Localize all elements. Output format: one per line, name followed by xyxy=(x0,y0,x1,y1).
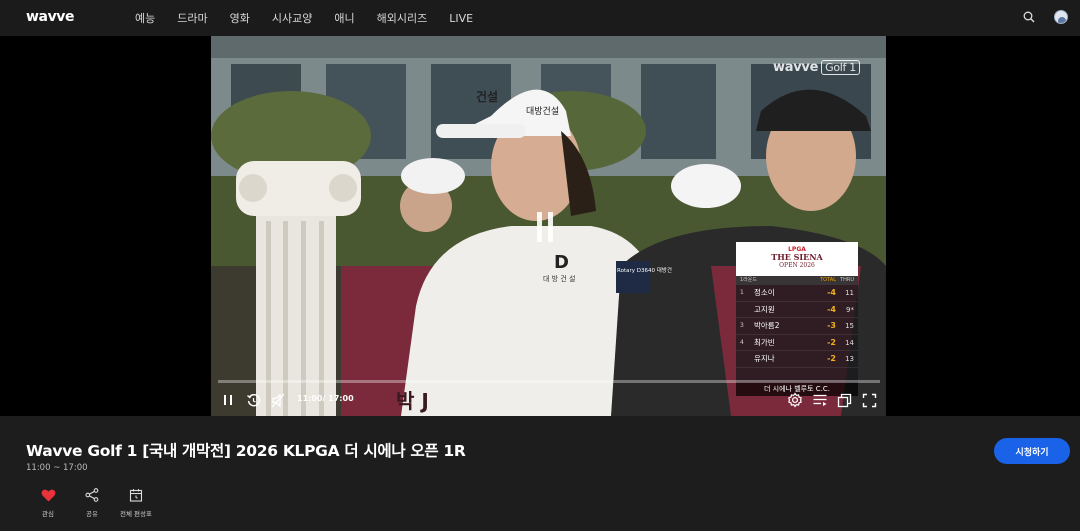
main-menu: 예능 드라마 영화 시사교양 애니 해외시리즈 LIVE xyxy=(135,0,495,36)
watermark-brand: wavve xyxy=(773,60,819,75)
player-score: -2 xyxy=(827,354,836,363)
pause-button[interactable] xyxy=(221,390,235,410)
program-actions: 관심 공유 전체 편성표 xyxy=(26,487,158,518)
favorite-label: 관심 xyxy=(42,510,54,518)
top-navigation: wavve 예능 드라마 영화 시사교양 애니 해외시리즈 LIVE xyxy=(0,0,1080,36)
channel-watermark: wavve Golf 1 xyxy=(773,60,860,75)
leaderboard-row: 유지나 -2 13 xyxy=(736,351,858,368)
player-rank xyxy=(740,351,754,367)
playlist-button[interactable] xyxy=(812,390,828,410)
menu-item-drama[interactable]: 드라마 xyxy=(177,10,207,26)
mute-button[interactable] xyxy=(271,390,286,410)
watermark-channel: Golf 1 xyxy=(821,60,860,75)
player-rank xyxy=(740,302,754,318)
restart-button[interactable] xyxy=(246,390,261,410)
nav-right-tools xyxy=(1020,8,1070,26)
pip-button[interactable] xyxy=(837,390,852,410)
settings-button[interactable] xyxy=(787,390,803,410)
player-score: -4 xyxy=(827,304,836,314)
watch-button[interactable]: 시청하기 xyxy=(994,438,1070,464)
cap-sponsor-text: 대방건설 xyxy=(526,106,559,117)
leaderboard-columns: 1라운드 TOTAL THRU xyxy=(736,276,858,285)
player-rank: 4 xyxy=(740,338,744,346)
player-name: 정소이 xyxy=(754,288,775,297)
program-time-range: 11:00 ~ 17:00 xyxy=(26,463,88,473)
player-thru: 11 xyxy=(845,289,854,297)
menu-item-movie[interactable]: 영화 xyxy=(230,10,250,26)
time-display: 11:00/ 17:00 xyxy=(297,394,354,403)
profile-avatar[interactable] xyxy=(1052,8,1070,26)
shirt-text: 대 방 건 설 xyxy=(543,274,575,283)
share-icon xyxy=(85,487,99,503)
search-icon[interactable] xyxy=(1020,8,1038,26)
favorite-button[interactable]: 관심 xyxy=(26,487,70,518)
leaderboard-event-sub: OPEN 2026 xyxy=(779,262,815,269)
leaderboard-row: 고지원 -4 9* xyxy=(736,302,858,318)
vest-text: 박 J xyxy=(396,389,429,413)
program-title: Wavve Golf 1 [국내 개막전] 2026 KLPGA 더 시에나 오… xyxy=(26,442,466,460)
player-rank: 3 xyxy=(740,322,744,329)
wavve-logo[interactable]: wavve xyxy=(26,9,75,25)
leaderboard-row: 1 정소이 -4 11 xyxy=(736,285,858,302)
volume-muted-icon xyxy=(271,393,285,407)
player-rank: 1 xyxy=(740,289,744,296)
player-score: -2 xyxy=(827,337,836,347)
pause-bar xyxy=(548,212,553,242)
leaderboard-header: LPGA THE SIENA OPEN 2026 xyxy=(736,242,858,276)
fullscreen-icon xyxy=(862,393,877,407)
leaderboard-event-title: THE SIENA xyxy=(771,252,823,262)
sleeve-patch: Rotary D3640 대방건 xyxy=(617,266,672,274)
player-thru: 9* xyxy=(846,305,854,314)
pause-icon xyxy=(224,395,232,405)
schedule-icon xyxy=(129,487,143,503)
player-score: -4 xyxy=(827,288,836,297)
schedule-label: 전체 편성표 xyxy=(120,510,152,518)
menu-item-live[interactable]: LIVE xyxy=(449,12,473,25)
shirt-logo: D xyxy=(554,252,569,273)
menu-item-foreign-series[interactable]: 해외시리즈 xyxy=(377,10,428,26)
menu-item-culture[interactable]: 시사교양 xyxy=(272,10,312,26)
leaderboard: LPGA THE SIENA OPEN 2026 1라운드 TOTAL THRU… xyxy=(736,242,858,396)
restart-icon xyxy=(247,393,261,406)
program-info: Wavve Golf 1 [국내 개막전] 2026 KLPGA 더 시에나 오… xyxy=(0,416,1080,531)
col-thru: THRU xyxy=(840,277,854,283)
player-name: 유지나 xyxy=(754,354,775,363)
share-button[interactable]: 공유 xyxy=(70,487,114,518)
pause-bar xyxy=(537,212,542,242)
avatar xyxy=(1054,10,1068,24)
video-frame[interactable]: 건설 대방건설 D 대 방 건 설 Rotary D3640 대방건 박 J w… xyxy=(211,36,886,416)
player-score: -3 xyxy=(827,321,836,330)
player-name: 고지원 xyxy=(754,304,775,314)
schedule-button[interactable]: 전체 편성표 xyxy=(114,487,158,518)
player-thru: 14 xyxy=(845,338,854,347)
fullscreen-button[interactable] xyxy=(862,390,877,410)
leaderboard-row: 4 최가빈 -2 14 xyxy=(736,335,858,351)
player-name: 최가빈 xyxy=(754,337,775,347)
player-thru: 13 xyxy=(845,355,854,363)
col-round: 1라운드 xyxy=(740,277,757,283)
cap-text-left: 건설 xyxy=(476,89,498,104)
player-name: 박아름2 xyxy=(754,321,780,330)
progress-bar[interactable] xyxy=(218,380,880,383)
picture-in-picture-icon xyxy=(837,393,852,407)
menu-item-animation[interactable]: 애니 xyxy=(334,10,354,26)
col-total: TOTAL xyxy=(820,277,836,283)
playlist-icon xyxy=(813,394,827,406)
share-label: 공유 xyxy=(86,510,98,518)
leaderboard-row: 3 박아름2 -3 15 xyxy=(736,318,858,335)
center-pause-button[interactable] xyxy=(537,212,561,242)
menu-item-entertainment[interactable]: 예능 xyxy=(135,10,155,26)
gear-icon xyxy=(788,392,802,408)
heart-icon xyxy=(41,487,56,503)
player-thru: 15 xyxy=(845,322,854,330)
